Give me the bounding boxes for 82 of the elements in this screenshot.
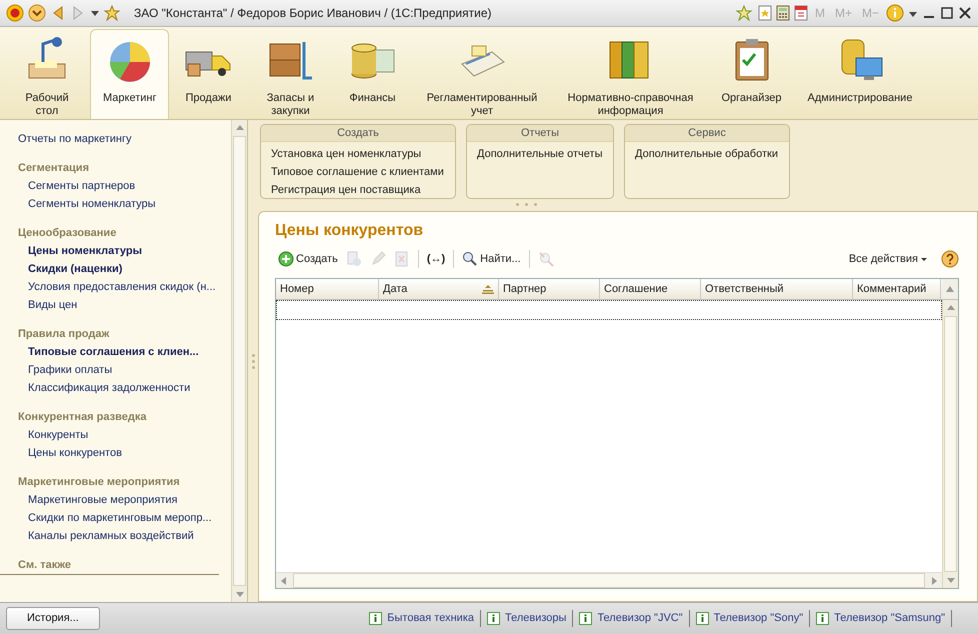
info-icon [579,612,592,625]
group-header: Маркетинговые мероприятия [17,475,181,490]
command-link[interactable]: Дополнительные отчеты [467,144,613,163]
delete-icon [394,251,410,267]
nav-link[interactable]: Типовые соглашения с клиен... [0,343,231,361]
command-link[interactable]: Дополнительные обработки [625,144,789,163]
calculator-icon[interactable] [776,5,790,21]
command-link[interactable]: Установка цен номенклатуры [261,144,455,163]
copy-icon [346,251,362,267]
sort-icon [482,284,494,294]
scrollbar-thumb[interactable] [293,573,925,588]
column-header[interactable]: Комментарий [853,279,941,299]
calendar-icon[interactable] [794,5,808,21]
window-title: ЗАО "Константа" / Федоров Борис Иванович / (1С:Предприятие) [134,5,492,22]
column-header[interactable]: Ответственный [701,279,853,299]
all-actions-menu[interactable]: Все действия [846,250,931,268]
nav-link[interactable]: Каналы рекламных воздействий [0,527,231,545]
section-tab[interactable]: Нормативно-справочная информация [552,29,708,119]
history-button[interactable]: История... [6,607,100,630]
nav-link[interactable]: Классификация задолженности [0,379,231,397]
info-icon [369,612,382,625]
history-link[interactable]: Телевизор "Sony" [690,610,810,627]
column-header[interactable]: Соглашение [600,279,701,299]
nav-link[interactable]: Графики оплаты [0,361,231,379]
info-icon [816,612,830,625]
nav-link[interactable]: Виды цен [0,296,231,314]
section-tab[interactable]: Рабочий стол [4,29,90,119]
close-icon[interactable] [958,6,972,20]
nav-link[interactable]: Сегменты партнеров [0,177,231,195]
help-icon[interactable] [941,250,959,268]
expand-button[interactable]: (↔) [424,250,448,268]
section-tab[interactable]: Администрирование [794,29,926,119]
scrollbar-thumb[interactable] [233,136,246,586]
menu-icon[interactable] [28,4,46,22]
maximize-icon[interactable] [940,6,954,20]
find-button[interactable]: Найти... [459,250,524,268]
group-header: См. также [0,556,219,575]
nav-link[interactable]: Конкуренты [0,426,231,444]
nav-link[interactable]: Условия предоставления скидок (н... [0,278,231,296]
empty-row[interactable] [276,300,942,320]
nav-link[interactable]: Сегменты номенклатуры [0,195,231,213]
history-link[interactable]: Телевизоры [481,610,574,627]
section-tab[interactable]: Запасы и закупки [247,29,334,119]
scrollbar-thumb[interactable] [944,316,957,572]
nav-link[interactable]: Отчеты по маркетингу [0,130,231,148]
command-link[interactable]: Типовое соглашение с клиентами [261,162,455,181]
pencil-icon [370,251,386,267]
clear-search-icon [538,251,554,267]
section-tab[interactable]: Маркетинг [90,29,170,119]
app-logo-icon[interactable] [6,4,24,22]
section-tab[interactable]: Продажи [169,29,248,119]
star-icon[interactable] [104,5,120,21]
group-header: Правила продаж [17,327,110,342]
section-tab[interactable]: Органайзер [708,29,795,119]
info-icon [487,612,500,625]
info-icon [696,612,709,625]
scroll-up-icon[interactable] [946,285,954,293]
command-group-title: Отчеты [467,125,613,142]
section-tab[interactable]: Регламентированный учет [411,29,552,119]
command-link[interactable]: Регистрация цен поставщика [261,180,455,198]
nav-link[interactable]: Маркетинговые мероприятия [0,491,231,509]
group-header: Конкурентная разведка [17,410,148,425]
create-button[interactable]: Создать [275,250,341,268]
column-header[interactable]: Дата [379,279,499,299]
column-header[interactable]: Номер [276,279,379,299]
group-header: Сегментация [17,161,90,176]
history-link[interactable]: Бытовая техника [363,610,481,627]
form-title: Цены конкурентов [275,221,424,241]
section-tab[interactable]: Финансы [333,29,412,119]
nav-link[interactable]: Цены конкурентов [0,444,231,462]
group-header: Ценообразование [17,226,118,241]
search-icon [462,251,478,267]
add-icon [278,251,294,267]
column-header[interactable]: Партнер [499,279,600,299]
nav-link[interactable]: Скидки (наценки) [0,260,231,278]
command-group-title: Создать [261,125,455,142]
command-group-title: Сервис [625,125,789,142]
nav-link[interactable]: Скидки по маркетинговым меропр... [0,509,231,527]
nav-link[interactable]: Цены номенклатуры [0,242,231,260]
star-arrow-icon[interactable] [736,5,754,21]
history-link[interactable]: Телевизор "Samsung" [810,610,952,627]
history-link[interactable]: Телевизор "JVC" [573,610,690,627]
